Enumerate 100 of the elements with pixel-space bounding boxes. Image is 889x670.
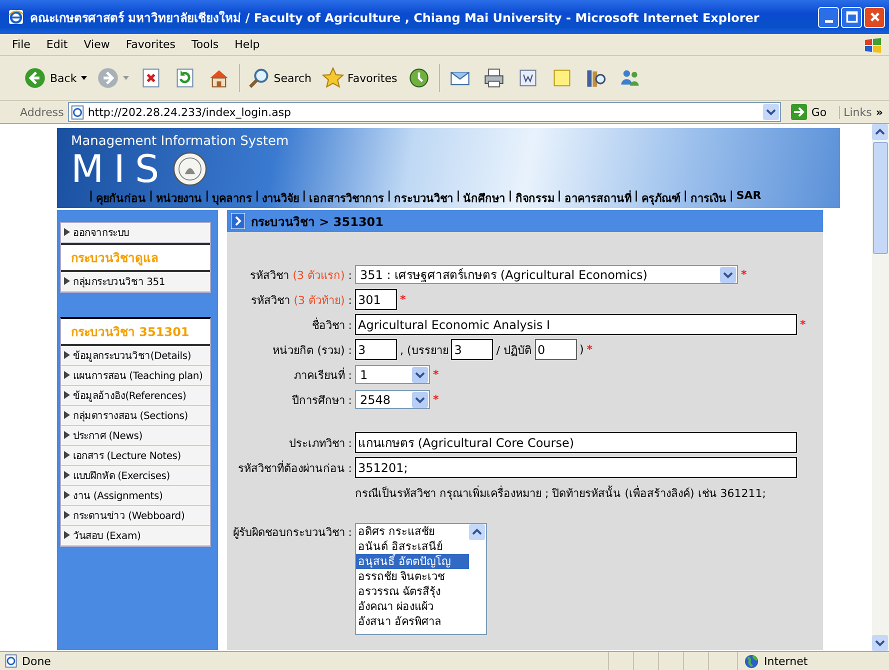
sidebar-link[interactable]: แบบฝึกหัด (Exercises)	[61, 466, 210, 486]
banner-subtitle: Management Information System	[71, 134, 289, 149]
field-label: )	[580, 343, 584, 356]
menu-item[interactable]: Favorites	[118, 38, 184, 51]
scroll-thumb[interactable]	[873, 142, 888, 254]
scrollbar[interactable]	[872, 124, 889, 651]
text-field[interactable]: 351201;	[355, 457, 797, 478]
sidebar-link[interactable]: ประกาศ (News)	[61, 426, 210, 446]
list-option[interactable]: อรรถชัย จินตะเวช	[356, 569, 469, 584]
nav-link[interactable]: อาคารสถานที่	[564, 189, 632, 207]
browser-logo-icon	[8, 9, 24, 25]
text-field[interactable]: 301	[355, 289, 397, 310]
select-field[interactable]: 1	[355, 365, 430, 384]
nav-link[interactable]: SAR	[736, 189, 762, 207]
scroll-down-icon[interactable]	[872, 635, 888, 651]
list-option[interactable]: อนันต์ อิสระเสนีย์	[356, 539, 469, 554]
sidebar-link[interactable]: วันสอบ (Exam)	[61, 526, 210, 546]
nav-separator: |	[456, 189, 460, 204]
menu-item[interactable]: Tools	[184, 38, 227, 51]
document-icon[interactable]	[517, 67, 540, 89]
history-icon[interactable]	[408, 67, 430, 89]
triangle-icon	[64, 491, 70, 499]
sidebar-link[interactable]: เอกสาร (Lecture Notes)	[61, 446, 210, 466]
dropdown-icon	[412, 366, 428, 382]
nav-link[interactable]: กิจกรรม	[515, 189, 554, 207]
nav-separator: |	[89, 189, 94, 204]
required-mark: *	[433, 368, 439, 381]
sidebar-link[interactable]: ข้อมูลอ้างอิง(References)	[61, 386, 210, 406]
sidebar-link[interactable]: งาน (Assignments)	[61, 486, 210, 506]
close-icon	[868, 11, 880, 23]
triangle-icon	[64, 511, 70, 519]
nav-link[interactable]: ครุภัณฑ์	[641, 189, 680, 207]
links-button[interactable]: Links	[838, 106, 872, 118]
scroll-up-icon[interactable]	[872, 124, 888, 140]
nav-link[interactable]: บุคลากร	[212, 189, 252, 207]
menu-item[interactable]: Help	[226, 38, 268, 51]
text-field[interactable]: Agricultural Economic Analysis I	[355, 314, 797, 335]
field-label: หน่วยกิต (รวม) :	[272, 342, 352, 358]
field-label: / ปฏิบัติ	[496, 342, 532, 358]
nav-link[interactable]: นักศึกษา	[463, 189, 506, 207]
field-label: รหัสวิชาที่ต้องผ่านก่อน :	[236, 460, 352, 476]
search-button[interactable]: Search	[246, 65, 314, 91]
field-label: รหัสวิชา (3 ตัวแรก) :	[249, 268, 352, 284]
scroll-up-icon[interactable]	[469, 524, 485, 540]
stop-icon[interactable]	[140, 67, 162, 89]
list-option[interactable]: อรวรรณ ฉัตรสีรุ้ง	[356, 584, 469, 599]
required-mark: *	[586, 343, 593, 356]
nav-link[interactable]: เอกสารวิชาการ	[309, 189, 384, 207]
windows-flag-icon	[863, 36, 883, 52]
select-field[interactable]: 351 : เศรษฐศาสตร์เกษตร (Agricultural Economics)	[355, 265, 738, 284]
text-field[interactable]: 3	[451, 339, 494, 360]
nav-link[interactable]: งานวิจัย	[262, 189, 300, 207]
print-icon[interactable]	[483, 67, 506, 89]
menu-item[interactable]: View	[76, 38, 118, 51]
links-more-button[interactable]: »	[876, 106, 889, 118]
text-field[interactable]: 3	[355, 339, 397, 360]
go-button[interactable]: Go	[785, 104, 835, 120]
star-icon	[322, 67, 344, 89]
list-box[interactable]: อดิศร กระแสชัย อนันต์ อิสระเสนีย์ อนุสนธิ์ อัตตปัญโญ อรรถชัย จินตะเวช อรวรรณ ฉัตรสีรุ้ง อังคณา ผ่องแผ้ว อังสนา อัครพิศาล	[355, 523, 487, 635]
nav-link[interactable]: กระบวนวิชา	[394, 189, 454, 207]
back-button[interactable]: Back	[22, 65, 89, 91]
triangle-icon	[64, 391, 70, 399]
nav-link[interactable]: การเงิน	[690, 189, 726, 207]
sidebar-link[interactable]: ข้อมูลกระบวนวิชา(Details)	[61, 346, 210, 366]
minimize-button[interactable]	[818, 6, 839, 28]
nav-separator: |	[508, 189, 512, 204]
triangle-icon	[64, 277, 70, 285]
dropdown-icon[interactable]	[763, 104, 780, 120]
triangle-icon	[64, 228, 70, 236]
address-field[interactable]: http://202.28.24.233/index_login.asp	[68, 102, 782, 122]
favorites-button[interactable]: Favorites	[320, 65, 400, 91]
list-option[interactable]: อังสนา อัครพิศาล	[356, 614, 469, 629]
globe-icon	[744, 654, 759, 668]
sidebar-link[interactable]: กลุ่มกระบวนวิชา 351	[61, 272, 210, 292]
triangle-icon	[64, 371, 70, 379]
list-option[interactable]: อดิศร กระแสชัย	[356, 524, 469, 539]
list-option[interactable]: อนุสนธิ์ อัตตปัญโญ	[356, 554, 469, 569]
select-field[interactable]: 2548	[355, 390, 430, 409]
nav-separator: |	[557, 189, 562, 204]
triangle-icon	[64, 451, 70, 459]
list-option[interactable]: อังคณา ผ่องแผ้ว	[356, 599, 469, 614]
menu-item[interactable]: Edit	[38, 38, 76, 51]
nav-separator: |	[255, 189, 260, 204]
sidebar-link[interactable]: กระดานข่าว (Webboard)	[61, 506, 210, 526]
sidebar-link[interactable]: ออกจากระบบ	[61, 223, 210, 243]
nav-separator: |	[729, 189, 734, 204]
minimize-icon	[824, 20, 832, 22]
nav-link[interactable]: หน่วยงาน	[156, 189, 202, 207]
text-field[interactable]: 0	[534, 339, 576, 360]
status-text: Done	[22, 654, 52, 668]
nav-separator: |	[302, 189, 306, 204]
go-arrow-icon	[791, 104, 808, 120]
close-button[interactable]	[864, 6, 885, 28]
page-icon	[4, 654, 18, 668]
sidebar-link[interactable]: แผนการสอน (Teaching plan)	[61, 366, 210, 386]
text-field[interactable]: แกนเกษตร (Agricultural Core Course)	[355, 432, 797, 453]
maximize-button[interactable]	[841, 6, 862, 28]
menu-item[interactable]: File	[4, 38, 38, 51]
sidebar-link[interactable]: กลุ่มตารางสอน (Sections)	[61, 406, 210, 426]
nav-separator: |	[387, 189, 392, 204]
